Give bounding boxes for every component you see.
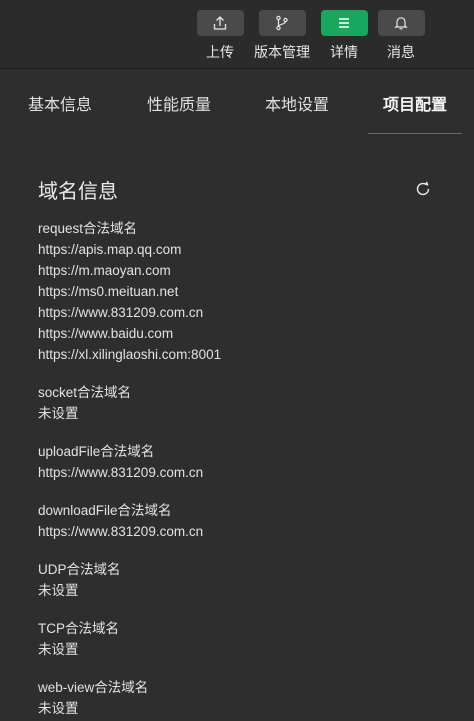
- domain-value: 未设置: [38, 406, 79, 421]
- domain-value: https://www.831209.com.cn: [38, 305, 204, 320]
- section-label: web-view合法域名: [38, 680, 149, 695]
- section-label: TCP合法域名: [38, 621, 119, 636]
- toolbar: 上传 版本管理 详情 消息: [0, 0, 474, 69]
- domain-info-panel: 域名信息 request合法域名 https://apis.map.qq.com…: [38, 160, 458, 716]
- uploadfile-domain-section: uploadFile合法域名 https://www.831209.com.cn: [38, 441, 458, 483]
- details-label: 详情: [330, 44, 358, 60]
- bell-icon: [394, 17, 408, 30]
- branch-icon: [276, 15, 288, 31]
- messages-label: 消息: [387, 44, 415, 60]
- messages-button[interactable]: 消息: [376, 10, 426, 64]
- section-label: UDP合法域名: [38, 562, 121, 577]
- refresh-button[interactable]: [413, 179, 433, 199]
- details-button-box[interactable]: [320, 10, 368, 36]
- details-button[interactable]: 详情: [319, 10, 369, 64]
- section-label: request合法域名: [38, 221, 138, 236]
- upload-button-box[interactable]: [196, 10, 244, 36]
- domain-value: 未设置: [38, 642, 79, 657]
- upload-icon: [213, 16, 227, 30]
- section-label: socket合法域名: [38, 385, 132, 400]
- tab-performance[interactable]: 性能质量: [146, 69, 212, 133]
- tab-local-settings[interactable]: 本地设置: [264, 69, 330, 133]
- domain-info-title: 域名信息: [38, 181, 118, 203]
- domain-value: https://www.831209.com.cn: [38, 524, 204, 539]
- request-domain-section: request合法域名 https://apis.map.qq.com http…: [38, 218, 458, 365]
- messages-button-box[interactable]: [377, 10, 425, 36]
- menu-icon: [339, 18, 349, 28]
- upload-label: 上传: [206, 44, 234, 60]
- domain-info-header: 域名信息: [38, 160, 458, 203]
- domain-value: 未设置: [38, 701, 79, 716]
- webview-domain-section: web-view合法域名 未设置: [38, 677, 458, 719]
- version-manage-button-box[interactable]: [258, 10, 306, 36]
- tcp-domain-section: TCP合法域名 未设置: [38, 618, 458, 660]
- downloadfile-domain-section: downloadFile合法域名 https://www.831209.com.…: [38, 500, 458, 542]
- section-label: downloadFile合法域名: [38, 503, 172, 518]
- upload-button[interactable]: 上传: [195, 10, 245, 64]
- domain-value: https://www.831209.com.cn: [38, 465, 204, 480]
- domain-value: 未设置: [38, 583, 79, 598]
- tab-project-config[interactable]: 项目配置: [368, 69, 462, 134]
- section-label: uploadFile合法域名: [38, 444, 155, 459]
- domain-value: https://m.maoyan.com: [38, 263, 171, 278]
- version-manage-label: 版本管理: [254, 44, 310, 60]
- domain-value: https://xl.xilinglaoshi.com:8001: [38, 347, 222, 362]
- version-manage-button[interactable]: 版本管理: [254, 10, 310, 64]
- udp-domain-section: UDP合法域名 未设置: [38, 559, 458, 601]
- refresh-icon: [416, 181, 430, 196]
- domain-value: https://www.baidu.com: [38, 326, 174, 341]
- domain-sections: request合法域名 https://apis.map.qq.com http…: [38, 218, 458, 719]
- tab-basic-info[interactable]: 基本信息: [27, 69, 93, 133]
- tab-bar: 基本信息 性能质量 本地设置 项目配置: [0, 69, 474, 134]
- domain-value: https://apis.map.qq.com: [38, 242, 182, 257]
- socket-domain-section: socket合法域名 未设置: [38, 382, 458, 424]
- domain-value: https://ms0.meituan.net: [38, 284, 179, 299]
